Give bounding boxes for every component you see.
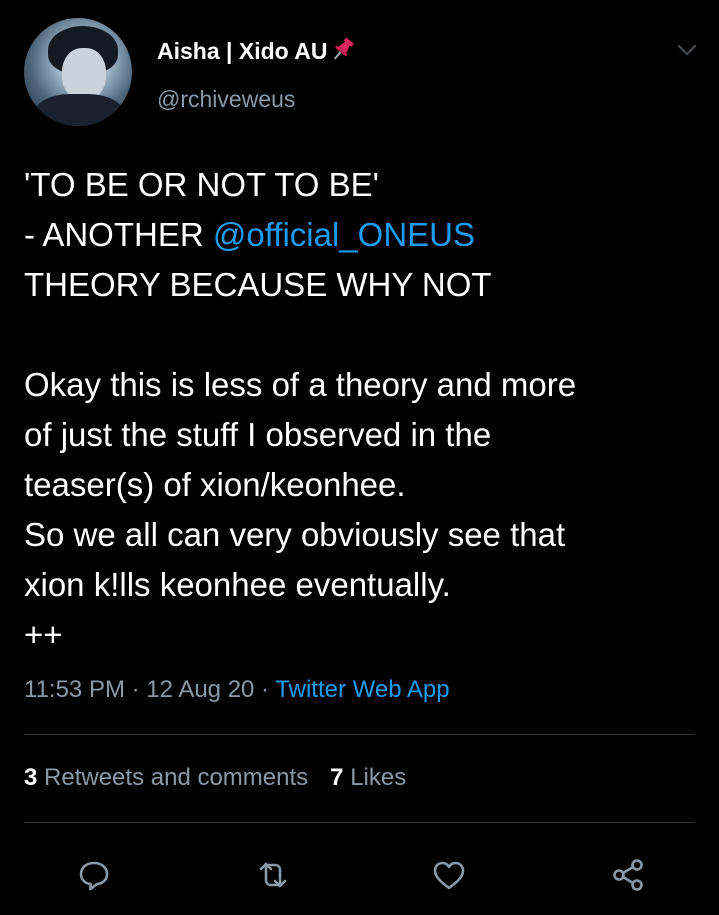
mention-link[interactable]: @official_ONEUS [213, 216, 475, 253]
like-button[interactable] [429, 855, 469, 895]
avatar[interactable] [24, 18, 132, 126]
tweet-line: THEORY BECAUSE WHY NOT [24, 266, 492, 303]
retweet-icon [259, 862, 287, 888]
meta-separator: · [254, 676, 276, 703]
user-handle[interactable]: @rchiveweus [157, 86, 295, 113]
divider [24, 734, 695, 735]
tweet-line: - ANOTHER @official_ONEUS [24, 210, 704, 260]
retweet-button[interactable] [253, 855, 293, 895]
tweet-text: 'TO BE OR NOT TO BE' - ANOTHER @official… [24, 160, 704, 660]
tweet-line: So we all can very obviously see that [24, 516, 566, 553]
tweet-time[interactable]: 11:53 PM [24, 676, 125, 703]
tweet-line-text: - ANOTHER [24, 216, 213, 253]
reply-icon [79, 861, 109, 891]
divider [24, 822, 695, 823]
chevron-down-icon[interactable] [672, 38, 702, 62]
reply-button[interactable] [74, 855, 114, 895]
share-button[interactable] [608, 855, 648, 895]
heart-icon [433, 861, 465, 890]
retweets-label: Retweets and comments [44, 764, 309, 791]
likes-stat[interactable]: 7 Likes [330, 764, 406, 791]
tweet-line: of just the stuff I observed in the [24, 416, 492, 453]
display-name[interactable]: Aisha | Xido AU [157, 36, 357, 68]
tweet-line: 'TO BE OR NOT TO BE' [24, 166, 379, 203]
retweets-stat[interactable]: 3 Retweets and comments [24, 764, 308, 791]
tweet-line: Okay this is less of a theory and more [24, 366, 577, 403]
tweet-line: teaser(s) of xion/keonhee. [24, 466, 406, 503]
tweet-stats: 3 Retweets and comments 7 Likes [24, 764, 406, 792]
tweet-line: ++ [24, 616, 63, 653]
share-icon [613, 859, 643, 891]
likes-count: 7 [330, 764, 344, 791]
display-name-text: Aisha | Xido AU [157, 38, 328, 64]
retweets-count: 3 [24, 764, 38, 791]
tweet-line: xion k!lls keonhee eventually. [24, 566, 451, 603]
likes-label: Likes [350, 764, 407, 791]
avatar-body [34, 94, 124, 126]
tweet-meta: 11:53 PM · 12 Aug 20 · Twitter Web App [24, 676, 450, 704]
tweet-detail: Aisha | Xido AU @rchiveweus 'TO BE OR NO… [0, 0, 719, 915]
meta-separator: · [124, 676, 147, 703]
tweet-date[interactable]: 12 Aug 20 [146, 676, 254, 703]
avatar-face [62, 48, 106, 100]
tweet-source-link[interactable]: Twitter Web App [275, 676, 449, 703]
pushpin-icon [329, 36, 357, 68]
